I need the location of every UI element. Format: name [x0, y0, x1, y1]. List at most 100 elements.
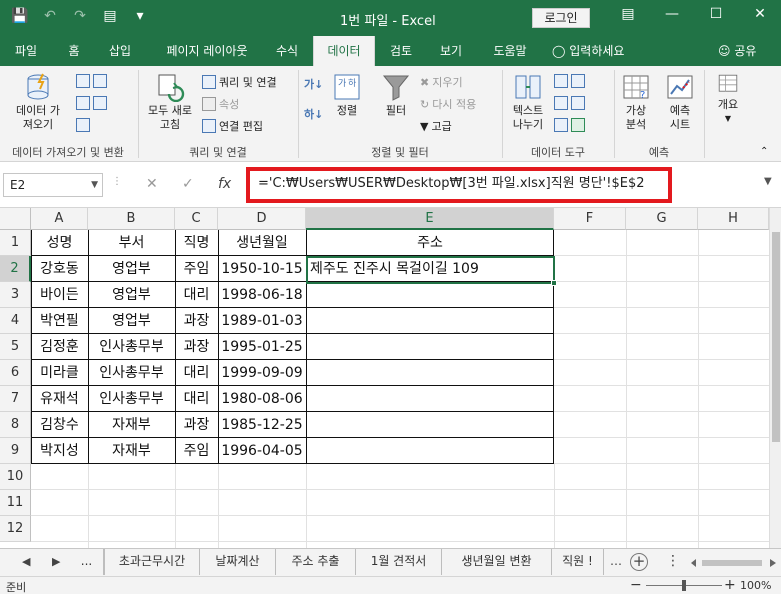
column-header-d[interactable]: D — [218, 208, 306, 230]
table-cell[interactable]: 바이든 — [31, 282, 88, 308]
sheet-tab-more[interactable]: ... — [70, 549, 104, 575]
zoom-slider-thumb[interactable] — [682, 580, 686, 591]
flash-fill-button[interactable] — [554, 74, 585, 88]
table-cell[interactable]: 영업부 — [88, 308, 175, 334]
clear-filter-button[interactable]: ✖ 지우기 — [420, 74, 463, 90]
text-to-columns-button[interactable]: 텍스트 나누기 — [506, 72, 550, 132]
table-cell[interactable]: 대리 — [175, 386, 218, 412]
close-icon[interactable]: ✕ — [750, 6, 770, 22]
insert-function-icon[interactable]: fx — [218, 176, 231, 192]
table-cell[interactable]: 김창수 — [31, 412, 88, 438]
table-cell[interactable]: 1995-01-25 — [218, 334, 306, 360]
column-header-b[interactable]: B — [88, 208, 175, 230]
sheet-tab[interactable]: 생년월일 변환 — [442, 549, 552, 575]
tell-me-box[interactable]: ◯ 입력하세요 — [552, 36, 624, 66]
table-cell[interactable]: 대리 — [175, 282, 218, 308]
reapply-button[interactable]: ↻ 다시 적용 — [420, 96, 476, 112]
table-cell[interactable]: 강호동 — [31, 256, 88, 282]
row-header-7[interactable]: 7 — [0, 386, 31, 412]
table-cell[interactable]: 1980-08-06 — [218, 386, 306, 412]
outline-button[interactable]: 개요 ▼ — [708, 72, 748, 126]
column-header-e[interactable]: E — [306, 208, 554, 230]
get-data-button[interactable]: 데이터 가 져오기 — [8, 72, 68, 132]
from-table-button[interactable] — [76, 96, 107, 110]
queries-connections-button[interactable]: 쿼리 및 연결 — [202, 74, 277, 90]
row-header-9[interactable]: 9 — [0, 438, 31, 464]
tab-split-grip-icon[interactable]: ⋮ — [666, 553, 680, 569]
column-header-c[interactable]: C — [175, 208, 218, 230]
table-cell[interactable]: 1989-01-03 — [218, 308, 306, 334]
table-cell[interactable]: 과장 — [175, 412, 218, 438]
previous-sheet-icon[interactable]: ◀ — [22, 555, 30, 568]
properties-button[interactable]: 속성 — [202, 96, 239, 112]
table-cell[interactable]: 1996-04-05 — [218, 438, 306, 464]
tab-help[interactable]: 도움말 — [484, 36, 536, 66]
select-all-corner[interactable] — [0, 208, 31, 230]
zoom-level[interactable]: 100% — [740, 579, 771, 592]
edit-links-button[interactable]: 연결 편집 — [202, 118, 263, 134]
header-cell-department[interactable]: 부서 — [88, 230, 175, 256]
row-header-2[interactable]: 2 — [0, 256, 31, 282]
minimize-icon[interactable]: — — [662, 6, 682, 22]
table-cell[interactable]: 인사총무부 — [88, 386, 175, 412]
ribbon-display-options-icon[interactable]: ▤ — [618, 6, 638, 22]
tab-view[interactable]: 보기 — [432, 36, 470, 66]
maximize-icon[interactable]: ☐ — [706, 6, 726, 22]
sort-button[interactable]: 가 하 정렬 — [328, 72, 366, 118]
name-box[interactable]: E2 ▼ — [3, 173, 103, 197]
formula-input[interactable]: ='C:₩Users₩USER₩Desktop₩[3번 파일.xlsx]직원 명… — [246, 167, 672, 203]
table-cell[interactable]: 과장 — [175, 308, 218, 334]
share-button[interactable]: ☺ 공유 — [718, 36, 756, 66]
header-cell-name[interactable]: 성명 — [31, 230, 88, 256]
horizontal-scrollbar[interactable] — [690, 557, 778, 569]
tab-data[interactable]: 데이터 — [313, 36, 375, 66]
table-cell[interactable]: 주임 — [175, 438, 218, 464]
sort-descending-icon[interactable]: 하↓ — [304, 106, 323, 122]
advanced-filter-button[interactable]: ▼ 고급 — [420, 118, 452, 134]
tab-home[interactable]: 홈 — [56, 36, 92, 66]
customize-qat-icon[interactable]: ▾ — [130, 8, 150, 24]
remove-duplicates-button[interactable] — [554, 96, 585, 110]
table-cell[interactable]: 영업부 — [88, 282, 175, 308]
more-sheets-icon[interactable]: … — [610, 554, 622, 568]
column-header-a[interactable]: A — [31, 208, 88, 230]
row-header-6[interactable]: 6 — [0, 360, 31, 386]
filter-button[interactable]: 필터 — [376, 72, 416, 118]
header-cell-position[interactable]: 직명 — [175, 230, 218, 256]
table-cell[interactable]: 1999-09-09 — [218, 360, 306, 386]
worksheet-grid[interactable]: A B C D E F G H 1 2 3 4 5 6 7 8 9 10 11 … — [0, 208, 781, 548]
refresh-all-button[interactable]: 모두 새로 고침 — [140, 72, 200, 132]
forecast-sheet-button[interactable]: 예측 시트 — [658, 72, 702, 132]
row-header-8[interactable]: 8 — [0, 412, 31, 438]
table-cell[interactable]: 1950-10-15 — [218, 256, 306, 282]
cancel-icon[interactable]: ✕ — [146, 176, 158, 192]
enter-icon[interactable]: ✓ — [182, 176, 194, 192]
tab-page-layout[interactable]: 페이지 레이아웃 — [152, 36, 262, 66]
data-validation-button[interactable] — [554, 118, 585, 132]
sheet-tab[interactable]: 1월 견적서 — [356, 549, 442, 575]
column-header-g[interactable]: G — [626, 208, 698, 230]
row-header-11[interactable]: 11 — [0, 490, 31, 516]
header-cell-birthdate[interactable]: 생년월일 — [218, 230, 306, 256]
active-cell-e2[interactable] — [306, 256, 555, 284]
sheet-tab[interactable]: 직원 ! — [552, 549, 604, 575]
row-header-5[interactable]: 5 — [0, 334, 31, 360]
tab-insert[interactable]: 삽입 — [98, 36, 142, 66]
add-sheet-icon[interactable]: + — [630, 553, 648, 571]
existing-connections-button[interactable] — [76, 118, 90, 132]
sheet-tab[interactable]: 날짜계산 — [200, 549, 276, 575]
next-sheet-icon[interactable]: ▶ — [52, 555, 60, 568]
table-cell[interactable]: 과장 — [175, 334, 218, 360]
what-if-analysis-button[interactable]: ? 가상 분석 — [616, 72, 656, 132]
table-cell[interactable]: 박연필 — [31, 308, 88, 334]
table-cell[interactable]: 박지성 — [31, 438, 88, 464]
from-text-button[interactable] — [76, 74, 107, 88]
tab-review[interactable]: 검토 — [382, 36, 420, 66]
table-cell[interactable]: 김정훈 — [31, 334, 88, 360]
tab-formulas[interactable]: 수식 — [268, 36, 306, 66]
row-header-1[interactable]: 1 — [0, 230, 31, 256]
row-header-10[interactable]: 10 — [0, 464, 31, 490]
sheet-tab[interactable]: 주소 추출 — [276, 549, 356, 575]
table-cell[interactable]: 자재부 — [88, 412, 175, 438]
table-cell[interactable]: 1985-12-25 — [218, 412, 306, 438]
